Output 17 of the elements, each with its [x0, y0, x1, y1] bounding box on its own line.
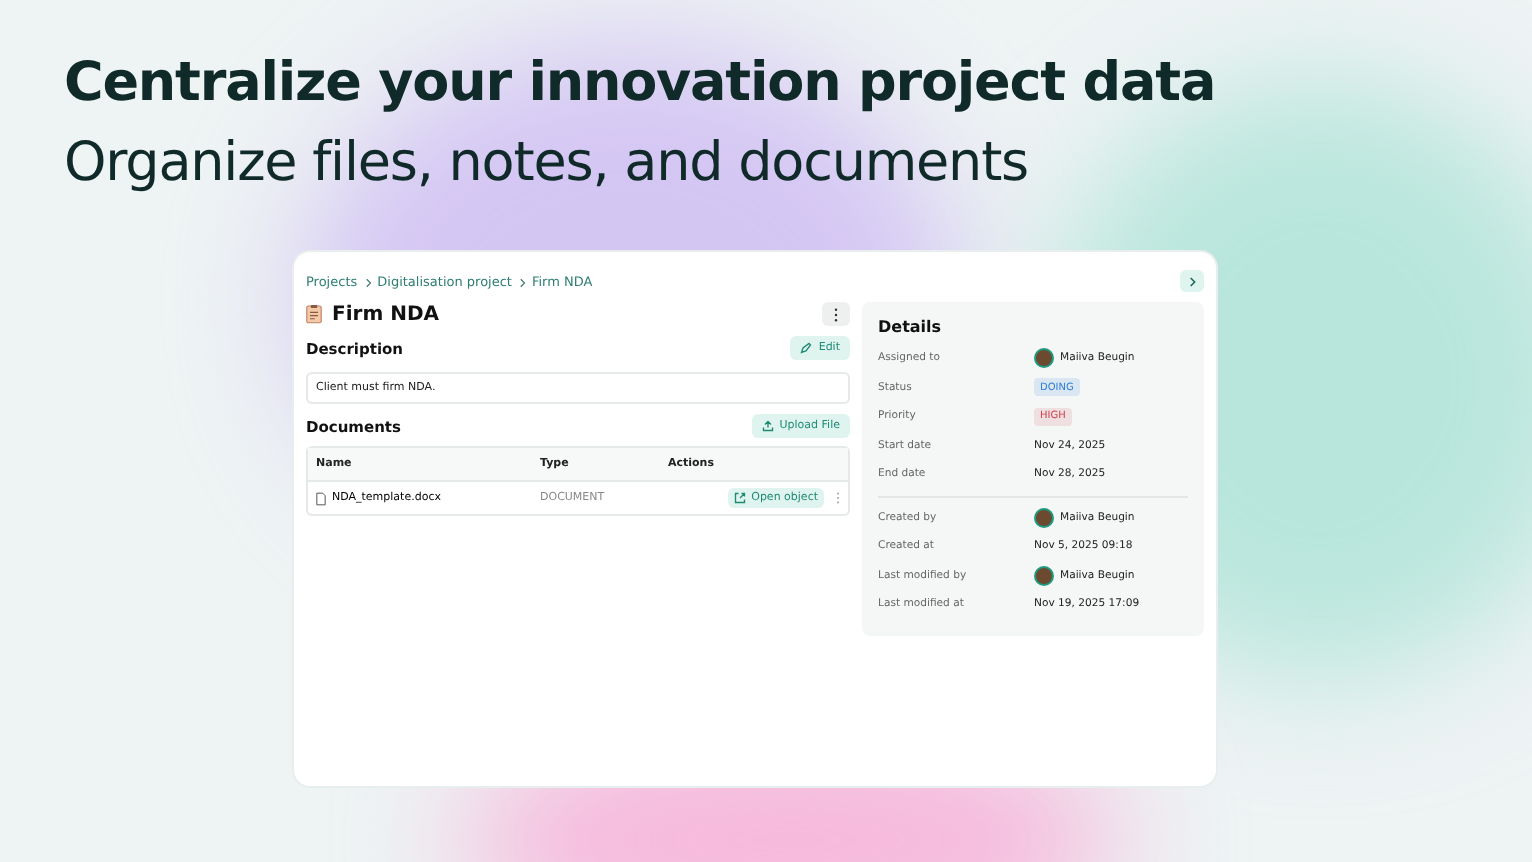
file-icon — [316, 491, 326, 505]
chevron-right-icon — [363, 277, 372, 287]
page-title: Firm NDA — [332, 303, 442, 325]
avatar — [1034, 507, 1054, 528]
more-options-button[interactable] — [822, 302, 850, 326]
panel-title: Details — [878, 318, 944, 336]
expand-button[interactable] — [1180, 270, 1204, 292]
headline: Centralize your innovation project data — [64, 50, 1218, 118]
chevron-right-icon — [1188, 275, 1196, 287]
external-link-icon — [733, 492, 746, 504]
clipboard-icon — [306, 304, 322, 324]
avatar — [1034, 565, 1054, 586]
headline: Organize files, notes, and documents — [64, 130, 1031, 198]
pencil-icon — [800, 342, 813, 354]
chevron-right-icon — [517, 277, 526, 287]
upload-icon — [761, 420, 774, 432]
avatar — [1034, 348, 1054, 369]
